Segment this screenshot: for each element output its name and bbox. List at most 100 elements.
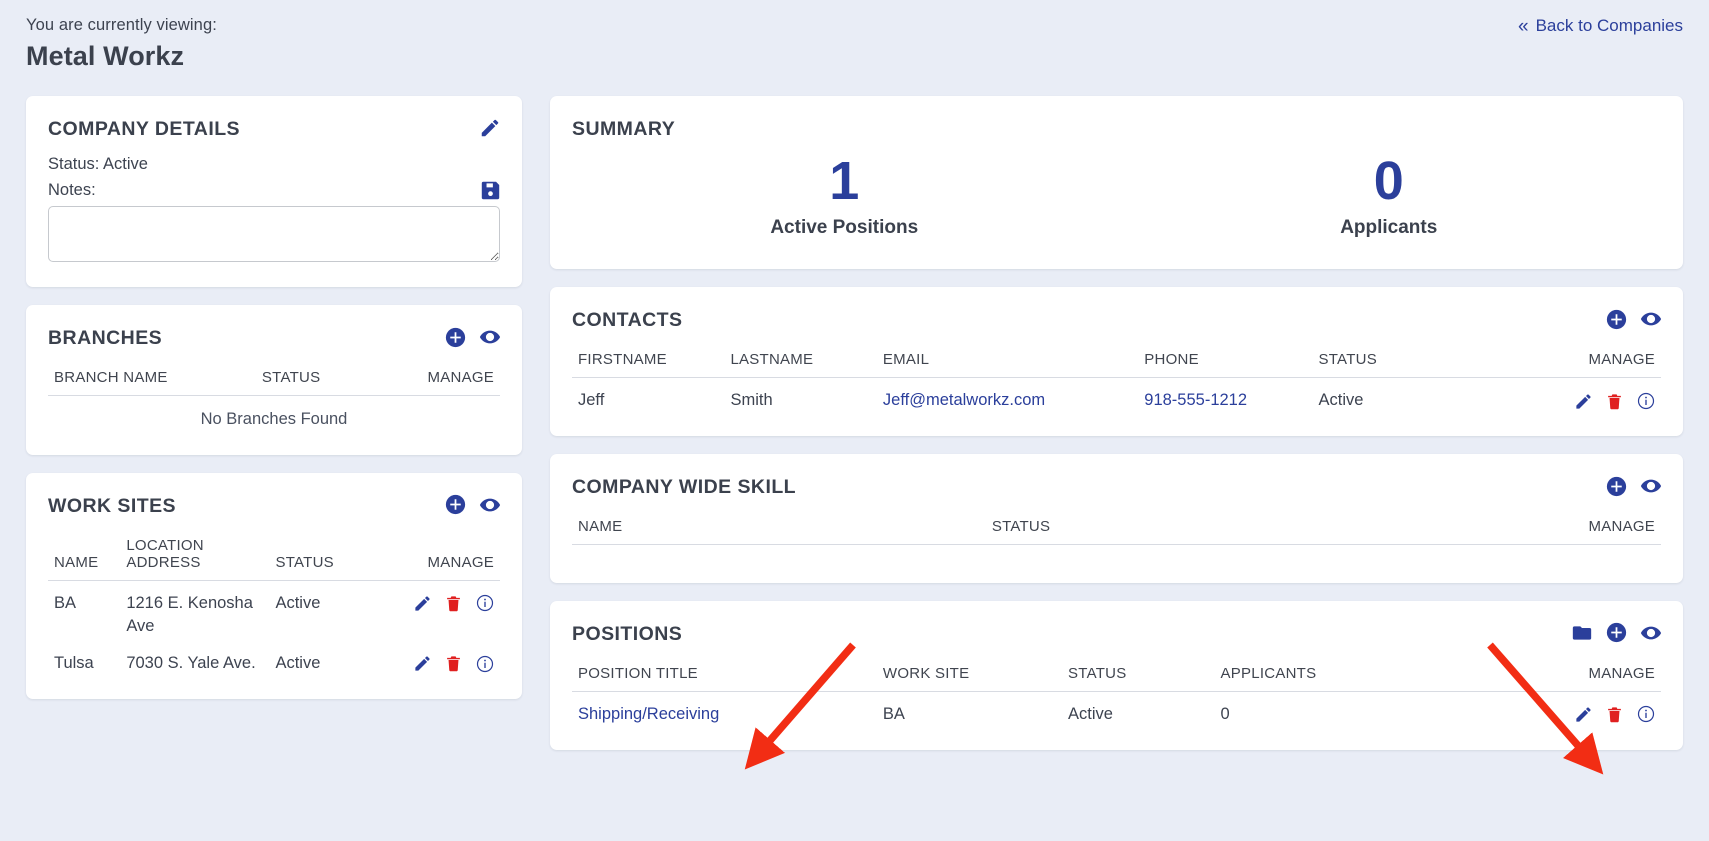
applicants-label: Applicants [1340,217,1438,239]
trash-icon[interactable] [445,594,462,613]
position-status: Active [1068,704,1113,723]
work-sites-actions [445,494,501,516]
info-circle-icon[interactable] [476,594,494,612]
contacts-col-email: EMAIL [876,348,1139,379]
work-sites-table: NAME LOCATION ADDRESS STATUS MANAGE BA 1… [48,533,500,679]
contacts-actions [1606,308,1662,330]
info-circle-icon[interactable] [476,655,494,673]
eye-icon[interactable] [1640,308,1662,330]
table-row: Jeff Smith Jeff@metalworkz.com 918-555-1… [572,378,1661,416]
contact-phone: 918-555-1212 [1138,378,1312,416]
work-sites-body: BA 1216 E. Kenosha Ave Active Tulsa 7030… [48,580,500,679]
info-circle-icon[interactable] [1637,392,1655,410]
company-wide-skill-actions [1606,475,1662,497]
positions-col-manage: MANAGE [1497,661,1661,692]
branches-empty-row: No Branches Found [48,396,500,435]
company-wide-skill-header-row: NAME STATUS MANAGE [572,515,1661,546]
position-title: Shipping/Receiving [572,691,877,729]
viewing-label: You are currently viewing: [26,16,217,34]
pencil-icon[interactable] [1574,705,1593,724]
floppy-save-icon[interactable] [481,181,500,200]
pencil-icon[interactable] [413,594,432,613]
info-circle-icon[interactable] [1637,705,1655,723]
main-layout: COMPANY DETAILS Status: Active Notes: BR… [0,96,1709,750]
work-sites-col-manage: MANAGE [396,533,500,581]
work-site-name: Tulsa [54,654,94,673]
work-site-name: BA [54,593,77,612]
summary-title: SUMMARY [572,118,676,140]
plus-circle-icon[interactable] [445,327,466,348]
positions-card: POSITIONS POSITION TITLE WORK SITE STATU… [550,600,1683,750]
work-site-status: Active [275,593,321,612]
plus-circle-icon[interactable] [1606,309,1627,330]
work-sites-card: WORK SITES NAME LOCATION ADDRESS STATUS … [26,472,522,700]
skill-col-name: NAME [572,515,986,546]
work-site-address: 1216 E. Kenosha Ave [126,593,253,635]
page-header: You are currently viewing: Metal Workz «… [0,0,1709,96]
company-details-title: COMPANY DETAILS [48,118,241,140]
branches-actions [445,326,501,348]
plus-circle-icon[interactable] [445,494,466,515]
work-site-address: 7030 S. Yale Ave. [126,654,256,673]
eye-icon[interactable] [1640,622,1662,644]
position-work-site: BA [882,704,905,723]
work-site-manage [396,580,500,641]
position-manage [1498,691,1661,729]
table-row: Tulsa 7030 S. Yale Ave. Active [48,641,500,679]
contact-lastname: Smith [730,391,773,410]
active-positions-label: Active Positions [770,217,919,239]
pencil-icon[interactable] [1574,392,1593,411]
contact-email: Jeff@metalworkz.com [877,378,1138,416]
stat-active-positions: 1 Active Positions [572,145,1117,249]
company-wide-skill-table: NAME STATUS MANAGE [572,515,1661,563]
pencil-icon[interactable] [479,117,501,139]
work-sites-col-name: NAME [48,533,121,581]
skill-col-manage: MANAGE [1497,515,1661,546]
contacts-title: CONTACTS [572,309,683,332]
plus-circle-icon[interactable] [1606,476,1627,497]
positions-title: POSITIONS [572,622,683,645]
position-title-link[interactable]: Shipping/Receiving [578,705,719,723]
eye-icon[interactable] [479,326,501,348]
positions-body: Shipping/Receiving BA Active 0 [572,691,1661,729]
work-sites-header-row: NAME LOCATION ADDRESS STATUS MANAGE [48,533,500,581]
skill-empty-row [572,545,1661,563]
table-row: BA 1216 E. Kenosha Ave Active [48,580,500,641]
trash-icon[interactable] [1606,392,1623,411]
contacts-body: Jeff Smith Jeff@metalworkz.com 918-555-1… [572,378,1661,416]
company-wide-skill-card: COMPANY WIDE SKILL NAME STATUS MANAGE [550,454,1683,583]
folder-icon[interactable] [1571,623,1593,643]
work-sites-title: WORK SITES [48,494,177,517]
notes-input[interactable] [48,206,500,262]
company-wide-skill-body [572,545,1661,563]
right-column: SUMMARY 1 Active Positions 0 Applicants … [550,96,1683,750]
contacts-col-phone: PHONE [1138,348,1313,379]
contacts-col-manage: MANAGE [1497,348,1661,379]
company-details-actions [479,117,501,139]
plus-circle-icon[interactable] [1606,622,1627,643]
table-row: Shipping/Receiving BA Active 0 [572,691,1661,729]
contact-phone-link[interactable]: 918-555-1212 [1144,391,1247,409]
branches-body: No Branches Found [48,396,500,435]
company-wide-skill-title: COMPANY WIDE SKILL [572,476,797,499]
work-site-status: Active [275,654,321,673]
page-title: Metal Workz [26,41,185,72]
notes-label: Notes: [48,181,96,199]
eye-icon[interactable] [1640,475,1662,497]
positions-header-row: POSITION TITLE WORK SITE STATUS APPLICAN… [572,661,1661,692]
pencil-icon[interactable] [413,654,432,673]
back-to-companies-label: Back to Companies [1535,16,1683,35]
positions-actions [1571,622,1662,644]
eye-icon[interactable] [479,494,501,516]
branches-col-branch-name: BRANCH NAME [48,366,256,396]
positions-col-applicants: APPLICANTS [1214,661,1498,692]
trash-icon[interactable] [445,654,462,673]
contact-email-link[interactable]: Jeff@metalworkz.com [883,391,1045,409]
company-status: Status: Active [48,155,148,173]
contact-firstname: Jeff [578,391,605,410]
positions-col-position-title: POSITION TITLE [572,661,877,692]
branches-header-row: BRANCH NAME STATUS MANAGE [48,366,500,396]
back-to-companies-link[interactable]: « Back to Companies [1518,16,1683,36]
applicants-value: 0 [1373,151,1404,211]
trash-icon[interactable] [1606,705,1623,724]
